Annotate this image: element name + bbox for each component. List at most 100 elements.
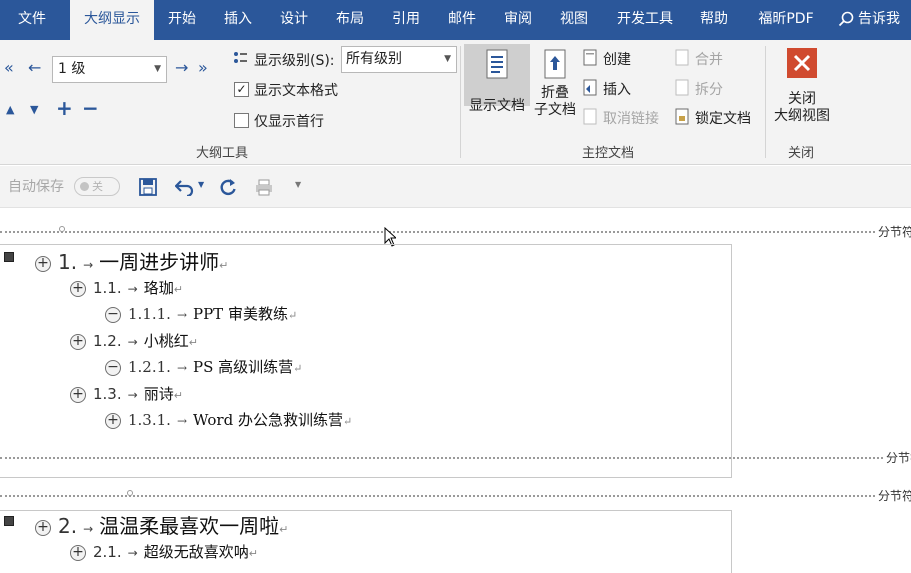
- expand-icon[interactable]: +: [70, 280, 86, 297]
- tab-arrow-mark: →: [127, 282, 138, 296]
- outline-text: 超级无敌喜欢呐: [143, 543, 249, 561]
- tab-design[interactable]: 设计: [270, 0, 318, 40]
- collapse-icon[interactable]: −: [105, 307, 121, 323]
- demote-icon[interactable]: →: [175, 58, 188, 78]
- subdocument-icon: [4, 516, 14, 526]
- first-line-only-checkbox[interactable]: [234, 113, 249, 128]
- paragraph-mark: ↵: [219, 259, 229, 272]
- master-doc-group-label: 主控文档: [582, 146, 635, 161]
- outline-item-l2[interactable]: +1.2. → 小桃红↵: [70, 330, 198, 351]
- create-subdoc-icon: [583, 49, 597, 66]
- outline-text: PPT 审美教练: [193, 305, 288, 323]
- print-preview-icon[interactable]: [255, 179, 273, 196]
- tab-layout[interactable]: 布局: [326, 0, 374, 40]
- paragraph-mark: ↵: [173, 389, 183, 402]
- outline-item-l3[interactable]: −1.1.1. → PPT 审美教练↵: [105, 303, 297, 324]
- outline-number: 1.3.: [93, 385, 122, 403]
- tab-arrow-mark: →: [83, 258, 94, 272]
- tab-view[interactable]: 视图: [550, 0, 598, 40]
- collapse-icon[interactable]: −: [82, 98, 99, 118]
- tab-foxit-pdf[interactable]: 福昕PDF: [744, 0, 828, 40]
- tell-me-box[interactable]: 告诉我: [838, 0, 900, 40]
- undo-icon[interactable]: [175, 178, 195, 196]
- insert-subdoc-button[interactable]: 插入: [603, 79, 631, 99]
- section-handle: [127, 490, 133, 496]
- tab-review[interactable]: 审阅: [494, 0, 542, 40]
- paragraph-mark: ↵: [293, 362, 303, 375]
- tab-insert[interactable]: 插入: [214, 0, 262, 40]
- outline-number: 2.1.: [93, 543, 122, 561]
- outline-text: Word 办公急救训练营: [193, 411, 343, 429]
- outline-number: 1.: [58, 250, 78, 274]
- autosave-toggle[interactable]: 关: [74, 177, 120, 196]
- outline-item-l3[interactable]: −1.2.1. → PS 高级训练营↵: [105, 356, 302, 377]
- promote-icon[interactable]: ←: [28, 58, 41, 78]
- collapse-subdocuments-icon: [544, 49, 566, 79]
- tab-home[interactable]: 开始: [158, 0, 206, 40]
- customize-qat-icon[interactable]: ▼: [295, 180, 301, 189]
- collapse-icon[interactable]: −: [105, 360, 121, 376]
- show-document-label: 显示文档: [469, 98, 525, 114]
- demote-to-body-icon[interactable]: »: [198, 58, 208, 78]
- merge-subdoc-button[interactable]: 合并: [695, 49, 723, 69]
- tab-mailings[interactable]: 邮件: [438, 0, 486, 40]
- outline-text: 温温柔最喜欢一周啦: [99, 514, 280, 538]
- outline-item-l3[interactable]: +1.3.1. → Word 办公急救训练营↵: [105, 409, 352, 430]
- move-up-icon[interactable]: ▲: [6, 100, 14, 120]
- outline-item-l1[interactable]: +2. → 温温柔最喜欢一周啦↵: [35, 510, 288, 539]
- outline-number: 1.2.: [93, 332, 122, 350]
- collapse-subdocuments-label-1: 折叠: [541, 85, 569, 101]
- tab-file[interactable]: 文件: [0, 0, 64, 40]
- expand-icon[interactable]: +: [35, 255, 51, 272]
- document-area[interactable]: 分节符 +1. → 一周进步讲师↵ +1.1. → 珞珈↵ −1.1.1. → PPT 审美…: [0, 209, 911, 573]
- expand-icon[interactable]: +: [70, 386, 86, 403]
- paragraph-mark: ↵: [287, 309, 298, 322]
- outline-item-l2[interactable]: +1.1. → 珞珈↵: [70, 277, 183, 298]
- tab-developer[interactable]: 开发工具: [606, 0, 684, 40]
- tab-help[interactable]: 帮助: [690, 0, 738, 40]
- close-outline-view-button[interactable]: 关闭 大纲视图: [770, 48, 834, 125]
- expand-icon[interactable]: +: [70, 544, 86, 561]
- lock-document-icon: [675, 108, 689, 125]
- section-break-label: 分节符: [878, 489, 911, 503]
- expand-icon[interactable]: +: [56, 98, 73, 118]
- autosave-label: 自动保存: [8, 179, 64, 195]
- unlink-subdoc-button[interactable]: 取消链接: [603, 108, 659, 128]
- show-level-select[interactable]: 所有级别 ▼: [341, 46, 457, 73]
- promote-to-heading-icon[interactable]: «: [4, 58, 14, 78]
- outline-level-select[interactable]: 1 级 ▼: [52, 56, 167, 83]
- paragraph-mark: ↵: [279, 523, 289, 536]
- undo-dropdown-icon[interactable]: ▼: [198, 180, 204, 189]
- outline-item-l2[interactable]: +1.3. → 丽诗↵: [70, 383, 183, 404]
- expand-icon[interactable]: +: [35, 519, 51, 536]
- chevron-down-icon: ▼: [154, 64, 161, 74]
- ribbon: « ← 1 级 ▼ → » ▲ ▼ + − 显示级别(S): 所有级别 ▼ ✓ …: [0, 40, 911, 165]
- save-icon[interactable]: [139, 178, 157, 196]
- tab-references[interactable]: 引用: [382, 0, 430, 40]
- show-text-format-checkbox[interactable]: ✓: [234, 82, 249, 97]
- paragraph-mark: ↵: [342, 415, 353, 428]
- tab-arrow-mark: →: [83, 522, 94, 536]
- outline-text: 小桃红: [143, 332, 189, 350]
- outline-item-l2[interactable]: +2.1. → 超级无敌喜欢呐↵: [70, 541, 258, 562]
- collapse-subdocuments-button[interactable]: 折叠 子文档: [533, 44, 577, 136]
- tell-me-text: 告诉我: [858, 11, 900, 27]
- show-document-button[interactable]: [464, 44, 530, 106]
- outline-text: 丽诗: [143, 385, 174, 403]
- section-break-label: 分节符: [886, 451, 911, 465]
- show-level-label: 显示级别(S):: [254, 53, 335, 69]
- move-down-icon[interactable]: ▼: [30, 100, 38, 120]
- lock-document-button[interactable]: 锁定文档: [695, 108, 751, 128]
- group-divider: [460, 46, 461, 158]
- chevron-down-icon: ▼: [444, 54, 451, 64]
- create-subdoc-button[interactable]: 创建: [603, 49, 631, 69]
- outline-item-l1[interactable]: +1. → 一周进步讲师↵: [35, 246, 228, 275]
- tab-arrow-mark: →: [176, 414, 187, 428]
- split-subdoc-icon: [675, 79, 689, 96]
- expand-icon[interactable]: +: [105, 413, 121, 429]
- expand-icon[interactable]: +: [70, 333, 86, 350]
- redo-icon[interactable]: [218, 177, 238, 197]
- outline-number: 2.: [58, 514, 78, 538]
- split-subdoc-button[interactable]: 拆分: [695, 79, 723, 99]
- tab-outlining[interactable]: 大纲显示: [70, 0, 154, 40]
